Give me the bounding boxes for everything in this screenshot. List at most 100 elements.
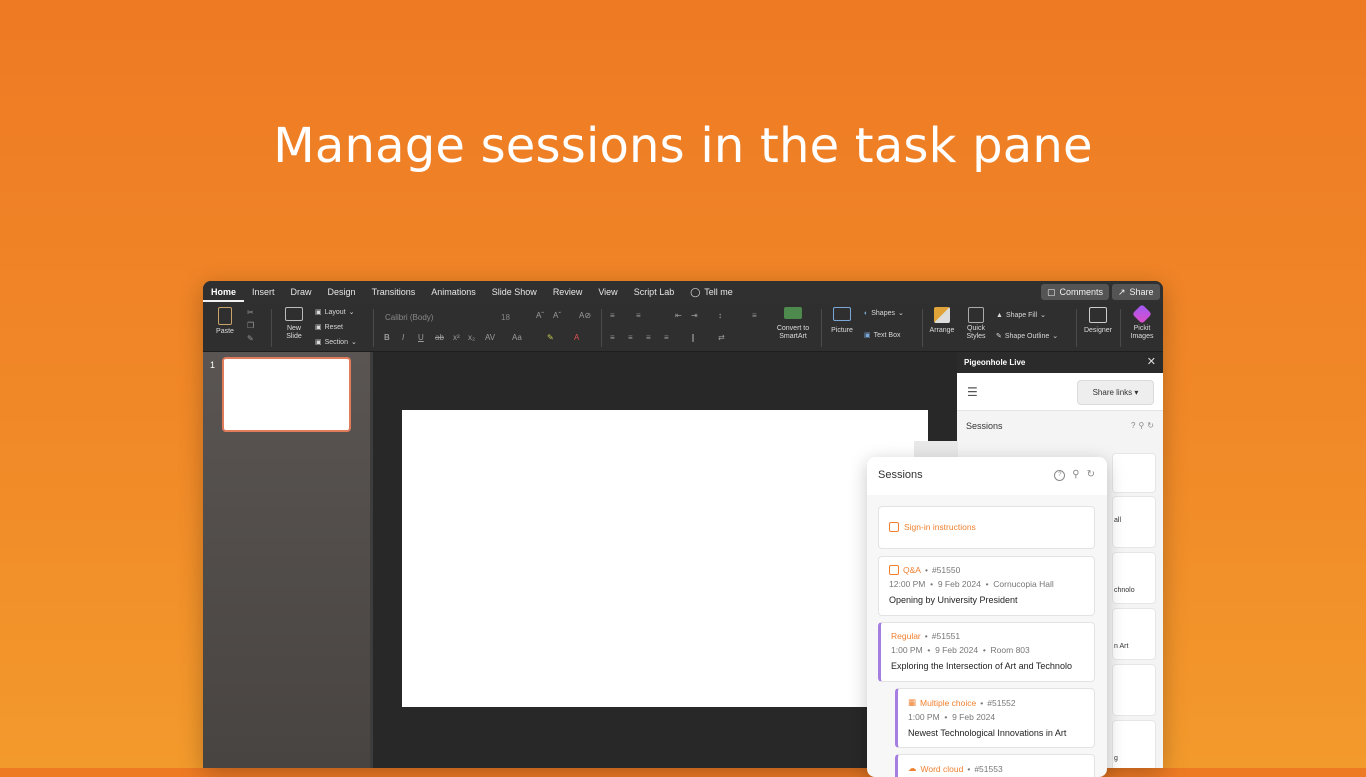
reset-button[interactable]: ▣ Reset (315, 323, 343, 332)
search-icon[interactable]: ⚲ (1138, 421, 1147, 430)
bg-session-card[interactable]: n Art (1112, 608, 1156, 660)
section-button[interactable]: ▣ Section ⌄ (315, 338, 357, 347)
shape-outline-button[interactable]: ✎ Shape Outline ⌄ (996, 332, 1058, 341)
tab-transitions[interactable]: Transitions (364, 281, 424, 303)
shrink-font-icon[interactable]: Aˇ (553, 311, 561, 320)
decrease-indent-icon[interactable]: ⇤ (675, 311, 682, 320)
arrange-button[interactable]: Arrange (925, 307, 959, 335)
grow-font-icon[interactable]: Aˆ (536, 311, 544, 320)
smartart-icon (784, 307, 802, 319)
pane-sessions-label: Sessions (966, 421, 1003, 431)
tab-draw[interactable]: Draw (283, 281, 320, 303)
slide-canvas[interactable] (402, 410, 928, 707)
quick-styles-button[interactable]: Quick Styles (961, 307, 991, 341)
increase-indent-icon[interactable]: ⇥ (691, 311, 698, 320)
align-left-icon[interactable]: ≡ (610, 333, 615, 342)
change-case-icon[interactable]: Aa (512, 333, 522, 342)
session-card[interactable]: Regular • #51551 1:00 PM • 9 Feb 2024 • Ro… (878, 622, 1095, 682)
clear-formatting-icon[interactable]: A⊘ (579, 311, 591, 320)
character-spacing-icon[interactable]: AV (485, 333, 495, 342)
format-painter-icon[interactable]: ✎ (247, 334, 254, 343)
reset-icon: ▣ (315, 324, 322, 331)
text-direction-icon[interactable]: ⇄ (718, 333, 725, 342)
line-spacing-icon[interactable]: ↕ (718, 311, 722, 320)
section-icon: ▣ (315, 339, 322, 346)
italic-icon[interactable]: I (402, 333, 404, 342)
shapes-button[interactable]: ◐ Shapes ⌄ (864, 309, 904, 318)
cloud-icon: ☁ (908, 763, 917, 773)
superscript-icon[interactable]: x² (453, 333, 460, 342)
pickit-icon (1132, 304, 1152, 324)
bg-session-card[interactable] (1112, 664, 1156, 716)
subscript-icon[interactable]: x₂ (468, 333, 475, 342)
cut-icon[interactable]: ✂ (247, 308, 254, 317)
bg-session-card[interactable]: all (1112, 496, 1156, 548)
session-id: #51552 (987, 697, 1016, 708)
numbering-icon[interactable]: ≡ (636, 311, 641, 320)
text-box-button[interactable]: ▣ Text Box (864, 331, 900, 340)
shape-fill-button[interactable]: ▲ Shape Fill ⌄ (996, 311, 1046, 320)
sessions-title: Sessions (878, 469, 923, 481)
align-center-icon[interactable]: ≡ (628, 333, 633, 342)
tab-view[interactable]: View (590, 281, 625, 303)
clipboard-icon (218, 307, 232, 325)
text-box-icon: ▣ (864, 332, 871, 339)
refresh-icon[interactable]: ↻ (1087, 470, 1095, 481)
session-card[interactable]: ☁ Word cloud • #51553 (895, 754, 1095, 777)
tab-home[interactable]: Home (203, 282, 245, 302)
convert-to-smartart-button[interactable]: Convert to SmartArt (771, 307, 815, 341)
tab-review[interactable]: Review (545, 281, 591, 303)
layout-label: Layout (324, 308, 346, 316)
session-card[interactable]: ▦ Multiple choice • #51552 1:00 PM • 9 Feb … (895, 688, 1095, 748)
columns-icon[interactable]: ∥ (691, 333, 695, 342)
bg-session-card[interactable]: g (1112, 720, 1156, 768)
ribbon-toolbar: Paste ✂ ❐ ✎ New Slide ▣ Layout ⌄ ▣ Reset ▣ S… (203, 303, 1163, 352)
layout-icon: ▣ (315, 309, 322, 316)
tell-me-search[interactable]: ◯ Tell me (682, 281, 741, 303)
pen-icon: ✎ (996, 333, 1002, 340)
sign-in-instructions-card[interactable]: Sign-in instructions (878, 506, 1095, 549)
font-name-select[interactable]: Calibri (Body) (381, 311, 495, 324)
paste-button[interactable]: Paste (212, 307, 238, 336)
share-button[interactable]: ↗ Share (1112, 284, 1160, 300)
layout-button[interactable]: ▣ Layout ⌄ (315, 308, 355, 317)
slide-thumbnail[interactable] (222, 357, 351, 432)
pickit-label-1: Pickit (1133, 325, 1151, 332)
underline-icon[interactable]: U (418, 333, 424, 342)
bullets-icon[interactable]: ≡ (610, 311, 615, 320)
font-color-icon[interactable]: A (574, 333, 579, 342)
share-links-button[interactable]: Share links ▾ (1077, 380, 1154, 405)
tab-design[interactable]: Design (320, 281, 364, 303)
align-right-icon[interactable]: ≡ (646, 333, 651, 342)
picture-button[interactable]: Picture (826, 307, 858, 335)
search-icon[interactable]: ⚲ (1072, 470, 1079, 481)
bg-session-card[interactable]: chnolo (1112, 552, 1156, 604)
comments-button[interactable]: ▢ Comments (1041, 284, 1110, 300)
font-size-select[interactable]: 18 (497, 311, 531, 324)
session-card[interactable]: Q&A • #51550 12:00 PM • 9 Feb 2024 • Cornu… (878, 556, 1095, 616)
session-date: 9 Feb 2024 (935, 645, 979, 655)
tab-script-lab[interactable]: Script Lab (626, 281, 683, 303)
justify-icon[interactable]: ≡ (664, 333, 669, 342)
chevron-down-icon: ⌄ (350, 339, 357, 346)
designer-button[interactable]: Designer (1080, 307, 1116, 335)
slide-number: 1 (210, 360, 216, 370)
highlight-icon[interactable]: ✎ (547, 333, 554, 342)
refresh-icon[interactable]: ↻ (1147, 421, 1157, 430)
close-icon[interactable]: ✕ (1147, 352, 1156, 373)
align-text-icon[interactable]: ≡ (752, 311, 757, 320)
help-icon[interactable]: ? (1054, 470, 1066, 481)
quick-styles-label-1: Quick (967, 325, 985, 332)
strikethrough-icon[interactable]: ab (435, 333, 444, 342)
font-name-value: Calibri (Body) (385, 313, 434, 322)
pickit-images-button[interactable]: Pickit Images (1124, 304, 1160, 341)
copy-icon[interactable]: ❐ (247, 321, 254, 330)
bold-icon[interactable]: B (384, 333, 390, 342)
tab-slide-show[interactable]: Slide Show (484, 281, 545, 303)
bg-session-card[interactable] (1112, 453, 1156, 493)
tab-animations[interactable]: Animations (423, 281, 484, 303)
hamburger-menu-icon[interactable]: ☰ (967, 385, 978, 399)
shape-outline-label: Shape Outline (1004, 332, 1050, 340)
new-slide-button[interactable]: New Slide (279, 307, 309, 341)
tab-insert[interactable]: Insert (244, 281, 283, 303)
